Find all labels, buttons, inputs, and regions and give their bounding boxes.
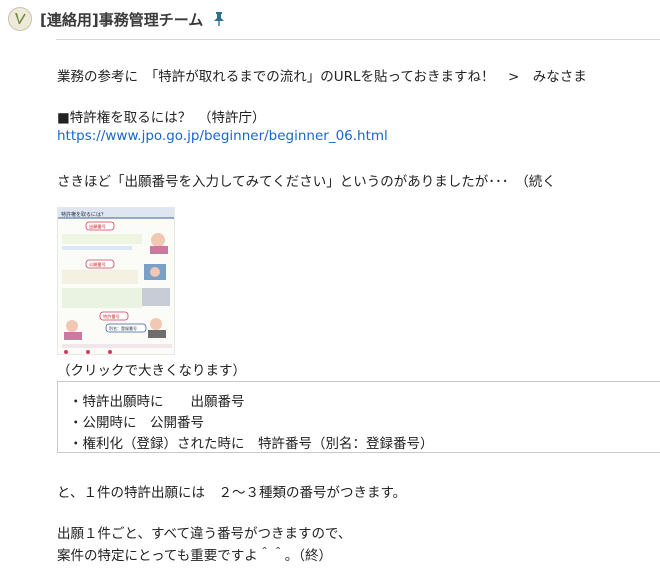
quote-box: ・特許出願時に 出願番号 ・公開時に 公開番号 ・権利化（登録）された時に 特許… <box>57 381 660 453</box>
thumb-label-patent: 特許番号 <box>103 313 120 320</box>
pin-icon[interactable] <box>213 11 225 31</box>
message-continuation: さきほど「出願番号を入力してみてください」というのがありましたが･･･ （続く <box>57 174 556 190</box>
thumb-label-publication: 公開番号 <box>89 261 106 268</box>
quote-item: ・公開時に 公開番号 <box>69 415 204 431</box>
flowchart-thumbnail[interactable]: 特許権を取るには？ 出願番号 公開番号 特許番号 別名：登録番号 <box>57 207 175 355</box>
thumb-heading: 特許権を取るには？ <box>61 211 106 218</box>
room-title[interactable]: [連絡用]事務管理チーム <box>40 9 225 31</box>
chat-header: [連絡用]事務管理チーム <box>0 0 660 38</box>
quote-item: ・特許出願時に 出願番号 <box>69 394 245 410</box>
thumb-label-application: 出願番号 <box>89 223 106 230</box>
divider <box>56 39 660 40</box>
thumb-label-registration: 別名：登録番号 <box>109 325 137 331</box>
patent-office-link[interactable]: https://www.jpo.go.jp/beginner/beginner_… <box>57 128 388 144</box>
message-summary: と、１件の特許出願には ２～３種類の番号がつきます。 <box>57 485 407 501</box>
quote-item: ・権利化（登録）された時に 特許番号（別名：登録番号） <box>69 436 434 452</box>
message-intro: 業務の参考に 「特許が取れるまでの流れ」のURLを貼っておきますね！ > みなさ… <box>57 69 587 85</box>
thumbnail-caption: （クリックで大きくなります） <box>57 363 246 379</box>
room-title-text: [連絡用]事務管理チーム <box>40 11 204 29</box>
message-closing: 出願１件ごと、すべて違う番号がつきますので、 <box>57 526 352 542</box>
message-closing: 案件の特定にとっても重要ですよ＾＾。（終） <box>57 548 332 564</box>
section-heading: ■特許権を取るには？ （特許庁） <box>57 110 266 126</box>
pen-avatar-icon[interactable] <box>8 7 32 31</box>
